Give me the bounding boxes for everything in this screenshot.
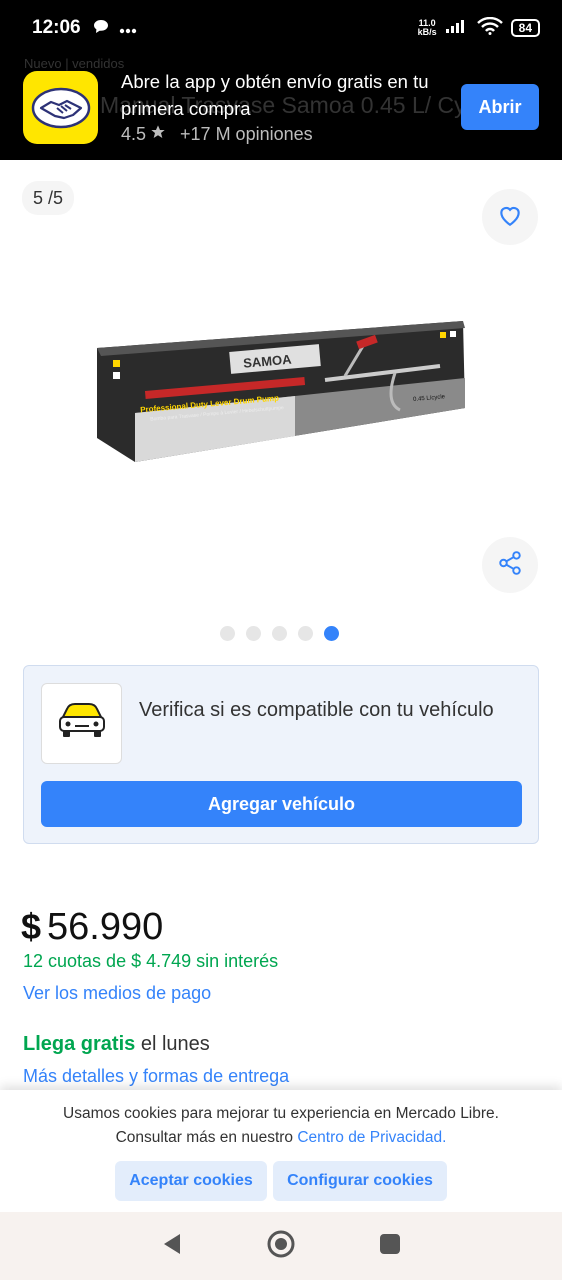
banner-background-top-text: Nuevo | vendidos bbox=[24, 56, 125, 71]
favorite-button[interactable] bbox=[482, 189, 538, 245]
privacy-center-link[interactable]: Centro de Privacidad. bbox=[297, 1129, 446, 1146]
gallery-dot[interactable] bbox=[246, 626, 261, 641]
open-app-button[interactable]: Abrir bbox=[461, 84, 539, 130]
back-icon[interactable] bbox=[161, 1232, 183, 1261]
rating-value: 4.5 bbox=[121, 124, 147, 144]
installments-text: 12 cuotas de $ 4.749 sin interés bbox=[23, 951, 279, 971]
net-speed: 11.0 kB/s bbox=[417, 18, 437, 37]
shipping-info: Llega gratis el lunes bbox=[23, 1033, 210, 1056]
compatibility-text: Verifica si es compatible con tu vehícul… bbox=[139, 699, 494, 721]
battery-icon: 84 bbox=[510, 19, 540, 37]
chat-bubble-icon bbox=[93, 18, 109, 39]
configure-cookies-button[interactable]: Configurar cookies bbox=[273, 1161, 447, 1201]
cookie-consent-panel: Usamos cookies para mejorar tu experienc… bbox=[0, 1090, 562, 1212]
banner-title: Abre la app y obtén envío gratis en tu p… bbox=[121, 71, 429, 119]
more-icon bbox=[119, 18, 137, 39]
system-nav-bar bbox=[0, 1212, 562, 1280]
gallery-dot-active[interactable] bbox=[324, 626, 339, 641]
heart-icon bbox=[497, 203, 523, 232]
image-counter: 5 /5 bbox=[22, 181, 75, 215]
gallery-dot[interactable] bbox=[298, 626, 313, 641]
review-count: +17 M opiniones bbox=[180, 124, 313, 144]
app-install-banner[interactable]: Nuevo | vendidos Manual Trasvase Samoa 0… bbox=[0, 56, 562, 160]
signal-icon bbox=[445, 18, 469, 39]
share-icon bbox=[497, 550, 523, 581]
share-button[interactable] bbox=[482, 537, 538, 593]
home-icon[interactable] bbox=[266, 1229, 296, 1264]
gallery-dot[interactable] bbox=[220, 626, 235, 641]
payment-methods-link[interactable]: Ver los medios de pago bbox=[23, 983, 211, 1004]
banner-rating: 4.5 +17 M opiniones bbox=[121, 124, 313, 145]
add-vehicle-button[interactable]: Agregar vehículo bbox=[41, 781, 522, 827]
gallery-dot[interactable] bbox=[272, 626, 287, 641]
shipping-details-link[interactable]: Más detalles y formas de entrega bbox=[23, 1066, 289, 1087]
price-currency: $ bbox=[21, 906, 42, 947]
price: $ 56.990 bbox=[21, 906, 163, 949]
accept-cookies-button[interactable]: Aceptar cookies bbox=[115, 1161, 267, 1201]
recents-icon[interactable] bbox=[379, 1233, 401, 1260]
car-icon bbox=[57, 701, 107, 746]
status-time: 12:06 bbox=[32, 17, 81, 38]
shipping-day: el lunes bbox=[135, 1033, 210, 1055]
status-bar: 12:06 11.0 kB/s 84 bbox=[0, 0, 562, 56]
compatibility-card: Verifica si es compatible con tu vehícul… bbox=[23, 665, 539, 844]
wifi-icon bbox=[476, 16, 503, 40]
free-shipping-label: Llega gratis bbox=[23, 1033, 136, 1055]
mercado-libre-logo bbox=[23, 71, 98, 144]
star-icon bbox=[150, 124, 166, 145]
car-icon-box bbox=[41, 683, 122, 764]
product-image[interactable]: SAMOA Professional Duty Lever Drum Pump … bbox=[95, 318, 467, 464]
price-amount: 56.990 bbox=[47, 906, 164, 948]
gallery-pagination[interactable] bbox=[220, 626, 339, 641]
cookie-text: Usamos cookies para mejorar tu experienc… bbox=[63, 1105, 499, 1146]
